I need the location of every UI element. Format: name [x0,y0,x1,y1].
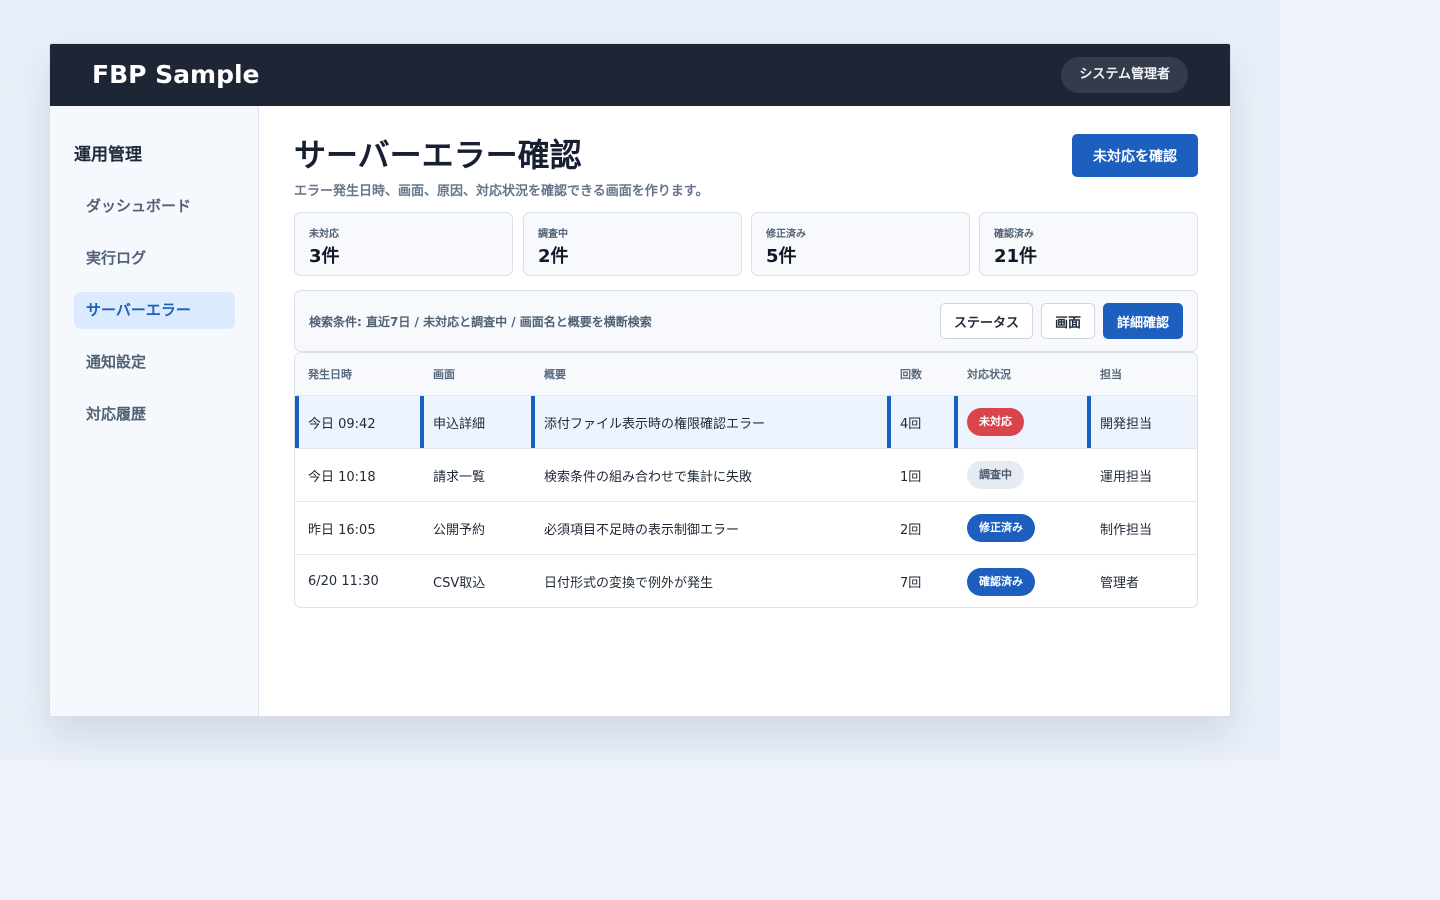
sidebar-item-notification-settings[interactable]: 通知設定 [74,344,235,381]
sidebar: 運用管理 ダッシュボード 実行ログ サーバーエラー 通知設定 対応履歴 [50,106,259,716]
table-row[interactable]: 6/20 11:30 CSV取込 日付形式の変換で例外が発生 7回 確認済み 管… [295,555,1197,607]
screen-filter-button[interactable]: 画面 [1041,303,1095,339]
cell-summary: 必須項目不足時の表示制御エラー [544,522,740,538]
filter-bar: 検索条件: 直近7日 / 未対応と調査中 / 画面名と概要を横断検索 ステータス… [294,290,1198,352]
sidebar-item-response-history[interactable]: 対応履歴 [74,396,235,433]
error-table: 発生日時 画面 概要 回数 対応状況 担当 今日 09:42 申込詳細 添付ファ… [294,352,1198,608]
stat-card-investigating: 調査中 2件 [523,212,742,276]
stat-value: 21件 [994,246,1038,267]
stat-card-unresolved: 未対応 3件 [294,212,513,276]
stat-value: 3件 [309,246,340,267]
cell-datetime: 昨日 16:05 [308,522,376,538]
column-header-summary[interactable]: 概要 [531,353,887,395]
cell-datetime: 今日 10:18 [308,469,376,485]
brand-logo: FBP Sample [92,60,260,89]
cell-status: 調査中 [954,449,1087,501]
status-badge: 確認済み [967,567,1035,596]
cell-datetime: 今日 09:42 [295,396,420,448]
status-badge: 未対応 [967,408,1024,436]
sidebar-item-dashboard[interactable]: ダッシュボード [74,188,235,225]
sidebar-nav: ダッシュボード 実行ログ サーバーエラー 通知設定 対応履歴 [74,188,235,448]
page-description: エラー発生日時、画面、原因、対応状況を確認できる画面を作ります。 [294,184,709,199]
table-row[interactable]: 今日 09:42 申込詳細 添付ファイル表示時の権限確認エラー 4回 未対応 開… [295,396,1197,449]
detail-check-button[interactable]: 詳細確認 [1103,303,1183,339]
cell-screen: 公開予約 [433,522,486,538]
table-row[interactable]: 昨日 16:05 公開予約 必須項目不足時の表示制御エラー 2回 修正済み 制作… [295,502,1197,555]
status-filter-button[interactable]: ステータス [940,303,1033,339]
stat-card-confirmed: 確認済み 21件 [979,212,1198,276]
cell-owner: 管理者 [1100,576,1140,591]
cell-owner: 運用担当 [1100,469,1153,485]
status-badge: 調査中 [967,461,1024,489]
top-bar: FBP Sample システム管理者 [50,44,1230,106]
cell-status: 確認済み [954,555,1087,607]
cell-status: 未対応 [954,396,1087,448]
stat-card-fixed: 修正済み 5件 [751,212,970,276]
cell-count: 7回 [900,576,922,591]
cell-screen: CSV取込 [433,576,486,591]
cell-count: 2回 [900,522,922,538]
column-header-owner[interactable]: 担当 [1087,353,1197,395]
cell-count: 1回 [900,469,922,485]
check-unresolved-button[interactable]: 未対応を確認 [1072,134,1198,177]
cell-summary: 日付形式の変換で例外が発生 [544,576,714,591]
sidebar-item-server-error[interactable]: サーバーエラー [74,292,235,329]
user-menu-button[interactable]: システム管理者 [1061,57,1188,93]
stat-label: 調査中 [538,229,568,240]
sidebar-section-title: 運用管理 [74,145,142,165]
cell-count: 4回 [887,396,954,448]
cell-screen: 請求一覧 [433,469,486,485]
app-window: FBP Sample システム管理者 運用管理 ダッシュボード 実行ログ サーバ… [49,43,1231,717]
cell-status: 修正済み [954,502,1087,554]
stat-label: 確認済み [994,229,1034,240]
table-row[interactable]: 今日 10:18 請求一覧 検索条件の組み合わせで集計に失敗 1回 調査中 運用… [295,449,1197,502]
table-header-row: 発生日時 画面 概要 回数 対応状況 担当 [295,353,1197,396]
status-badge: 修正済み [967,514,1035,542]
column-header-status[interactable]: 対応状況 [954,353,1087,395]
stats-row: 未対応 3件 調査中 2件 修正済み 5件 確認済み 21件 [294,212,1198,276]
column-header-datetime[interactable]: 発生日時 [295,353,420,395]
cell-summary: 添付ファイル表示時の権限確認エラー [531,396,887,448]
cell-owner: 開発担当 [1087,396,1197,448]
stat-label: 未対応 [309,229,339,240]
filter-summary: 検索条件: 直近7日 / 未対応と調査中 / 画面名と概要を横断検索 [309,315,652,329]
column-header-count[interactable]: 回数 [887,353,954,395]
stat-value: 5件 [766,246,797,267]
cell-owner: 制作担当 [1100,522,1153,538]
cell-summary: 検索条件の組み合わせで集計に失敗 [544,469,753,485]
page-title: サーバーエラー確認 [294,136,582,174]
sidebar-item-execution-log[interactable]: 実行ログ [74,240,235,277]
cell-screen: 申込詳細 [420,396,531,448]
column-header-screen[interactable]: 画面 [420,353,531,395]
background-stage: FBP Sample システム管理者 運用管理 ダッシュボード 実行ログ サーバ… [0,0,1280,760]
stat-value: 2件 [538,246,569,267]
cell-datetime: 6/20 11:30 [308,574,379,589]
stat-label: 修正済み [766,229,806,240]
